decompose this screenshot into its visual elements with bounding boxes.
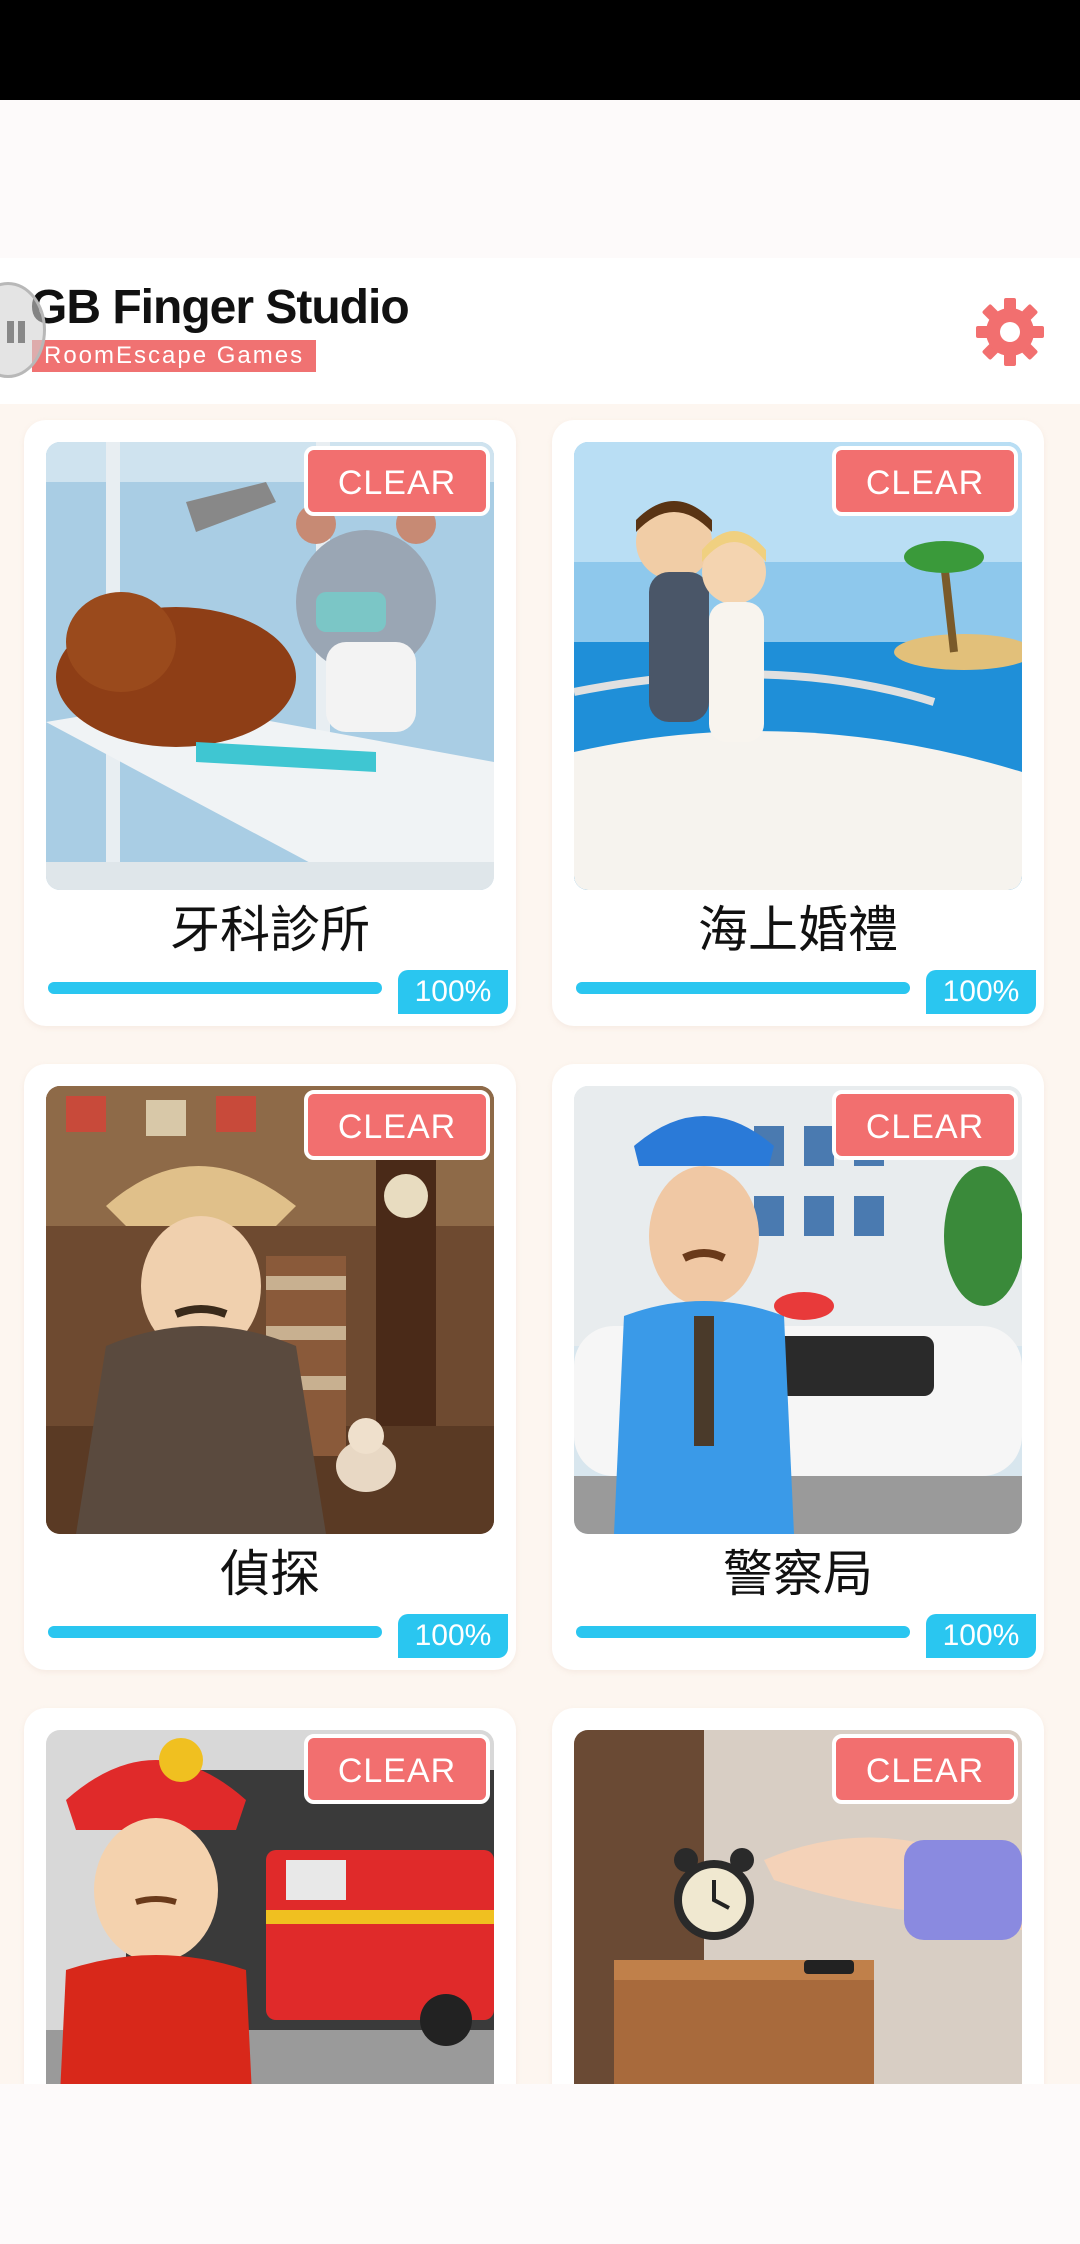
progress-fill: [576, 982, 910, 994]
progress-percent: 100%: [398, 970, 508, 1014]
gear-icon[interactable]: [974, 296, 1046, 368]
game-thumbnail: CLEAR: [46, 442, 494, 890]
game-thumbnail: CLEAR: [574, 442, 1022, 890]
game-title: 偵探: [220, 1545, 320, 1603]
progress-fill: [48, 1626, 382, 1638]
game-title: 海上婚禮: [698, 901, 898, 959]
game-card-police[interactable]: CLEAR 警察局 100%: [552, 1064, 1044, 1670]
progress-percent: 100%: [926, 1614, 1036, 1658]
clear-badge: CLEAR: [832, 1090, 1018, 1160]
game-card-wedding[interactable]: CLEAR 海上婚禮 100%: [552, 420, 1044, 1026]
progress-fill: [576, 1626, 910, 1638]
game-grid: CLEAR 牙科診所 100% CLEAR 海上婚禮 100% CLEAR 偵探…: [0, 404, 1080, 2084]
game-card-dental[interactable]: CLEAR 牙科診所 100%: [24, 420, 516, 1026]
top-spacer: [0, 100, 1080, 258]
clear-badge: CLEAR: [304, 1734, 490, 1804]
progress-bar: [576, 982, 910, 994]
bottom-navigation-area: [0, 2084, 1080, 2244]
game-thumbnail: CLEAR: [574, 1730, 1022, 2084]
status-bar: [0, 0, 1080, 100]
progress-bar: [48, 1626, 382, 1638]
game-card-bedroom[interactable]: CLEAR: [552, 1708, 1044, 2084]
progress-bar: [48, 982, 382, 994]
progress-percent: 100%: [398, 1614, 508, 1658]
game-card-detective[interactable]: CLEAR 偵探 100%: [24, 1064, 516, 1670]
app-header: GB Finger Studio RoomEscape Games: [0, 258, 1080, 404]
clear-badge: CLEAR: [832, 446, 1018, 516]
clear-badge: CLEAR: [832, 1734, 1018, 1804]
game-thumbnail: CLEAR: [46, 1730, 494, 2084]
progress-percent: 100%: [926, 970, 1036, 1014]
game-title: 牙科診所: [170, 901, 370, 959]
game-thumbnail: CLEAR: [574, 1086, 1022, 1534]
game-card-firefighter[interactable]: CLEAR: [24, 1708, 516, 2084]
clear-badge: CLEAR: [304, 1090, 490, 1160]
progress-fill: [48, 982, 382, 994]
brand-subtitle: RoomEscape Games: [32, 340, 317, 372]
brand-title: GB Finger Studio: [30, 281, 410, 334]
game-title: 警察局: [723, 1545, 873, 1603]
clear-badge: CLEAR: [304, 446, 490, 516]
progress-bar: [576, 1626, 910, 1638]
game-thumbnail: CLEAR: [46, 1086, 494, 1534]
